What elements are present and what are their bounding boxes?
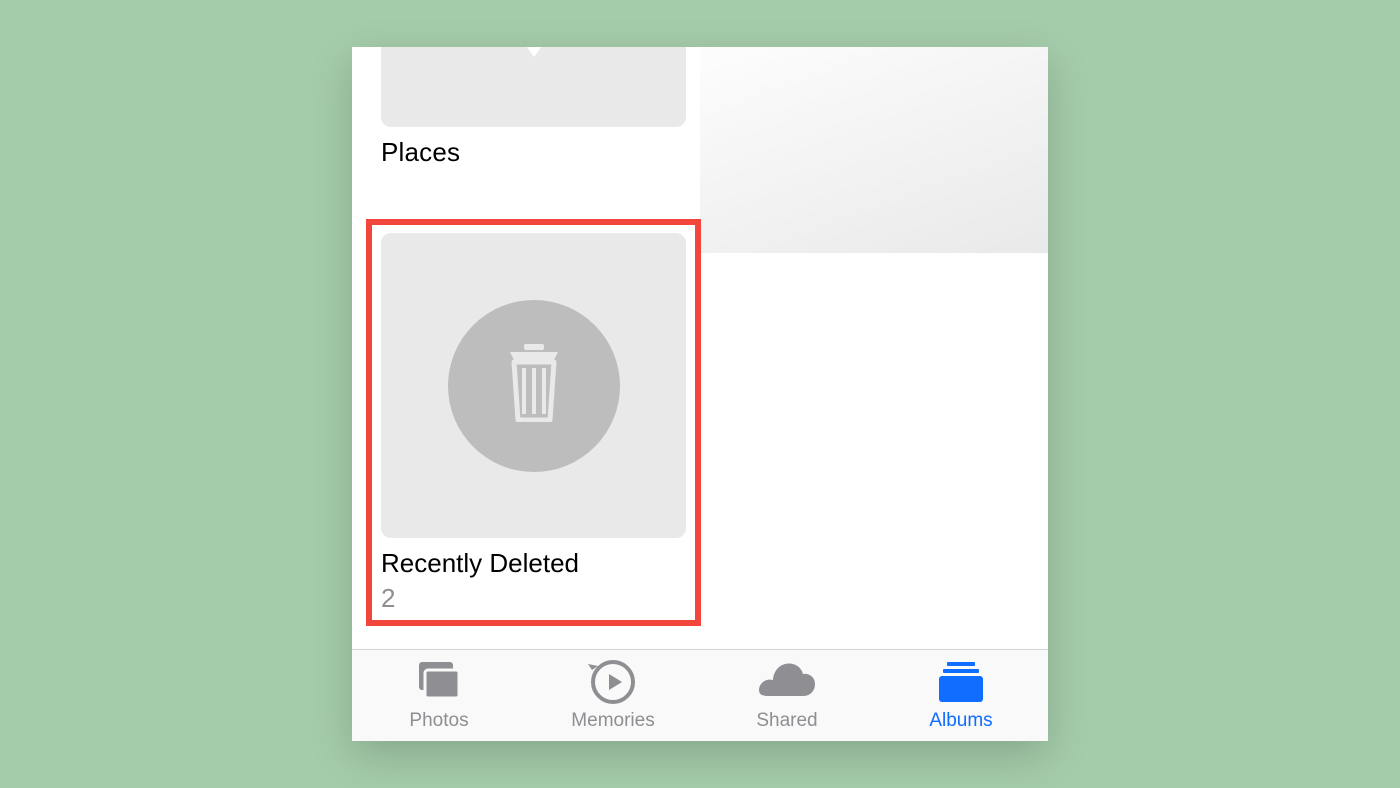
tab-albums[interactable]: Albums: [874, 650, 1048, 741]
cloud-icon: [757, 660, 817, 704]
album-recently-deleted[interactable]: Recently Deleted 2: [381, 233, 686, 614]
tab-label: Photos: [409, 710, 468, 732]
tab-shared[interactable]: Shared: [700, 650, 874, 741]
tab-bar: Photos Memories Shared: [352, 649, 1048, 741]
trash-icon-circle: [448, 300, 620, 472]
albums-stack-icon: [935, 660, 987, 704]
map-pin-icon: [524, 47, 544, 57]
tab-memories[interactable]: Memories: [526, 650, 700, 741]
recently-deleted-count: 2: [381, 583, 686, 614]
tab-label: Shared: [756, 710, 817, 732]
tab-label: Albums: [929, 710, 992, 732]
adjacent-card-peek: [700, 47, 1048, 253]
places-label: Places: [381, 137, 686, 168]
recently-deleted-label: Recently Deleted: [381, 548, 686, 579]
tab-label: Memories: [571, 710, 654, 732]
photos-stack-icon: [413, 660, 465, 704]
album-places[interactable]: Places: [381, 47, 686, 168]
tab-photos[interactable]: Photos: [352, 650, 526, 741]
memories-icon: [588, 660, 638, 704]
photos-app-albums-screen: Places: [352, 47, 1048, 741]
trash-icon: [506, 344, 562, 427]
recently-deleted-thumbnail: [381, 233, 686, 538]
places-thumbnail: [381, 47, 686, 127]
